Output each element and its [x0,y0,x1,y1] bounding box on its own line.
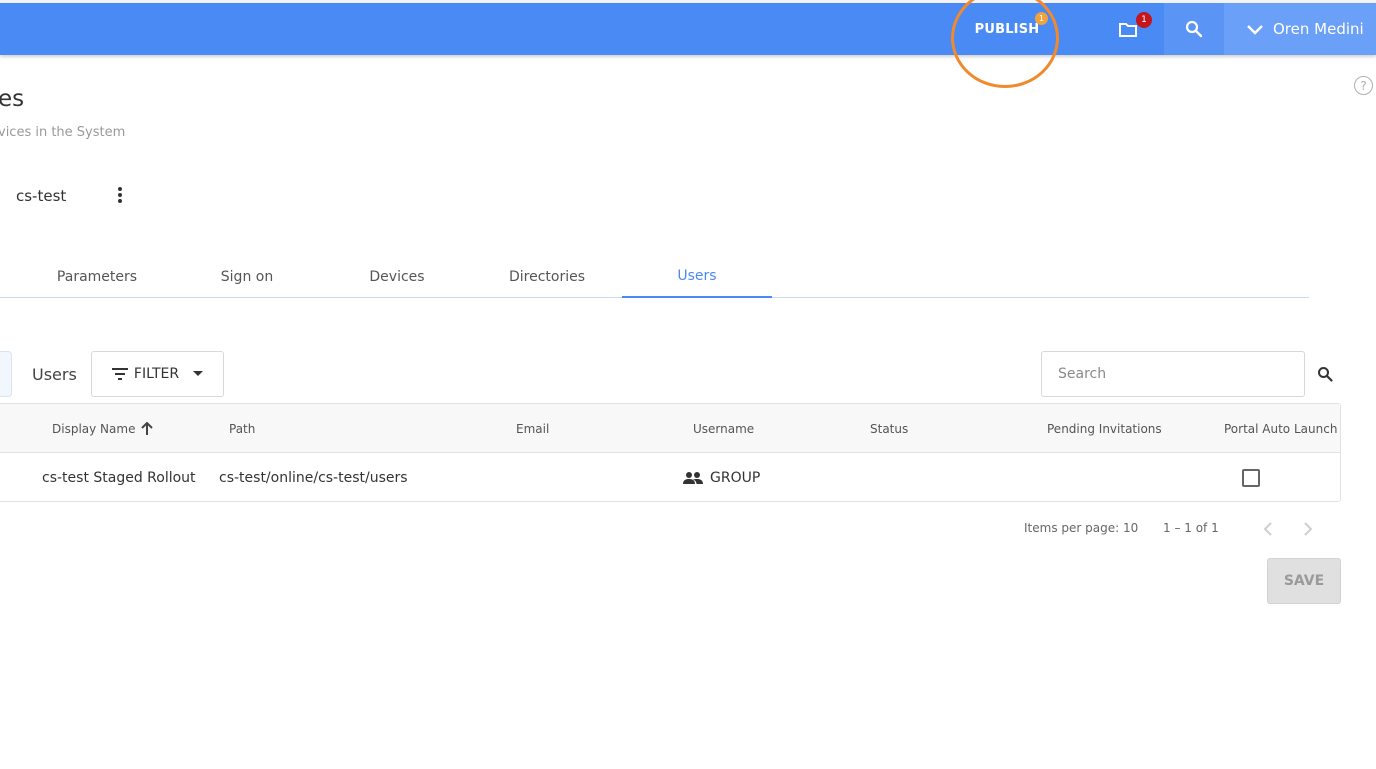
column-header-status[interactable]: Status [870,404,908,453]
users-table: Display Name Path Email Username Status … [0,403,1341,502]
tab-parameters[interactable]: Parameters [22,256,172,298]
tab-users[interactable]: Users [622,256,772,298]
page-subtitle: vices in the System [0,125,126,140]
global-search-button[interactable] [1164,3,1224,55]
column-header-path[interactable]: Path [229,404,255,453]
section-label: Users [32,365,77,384]
user-menu[interactable]: Oren Medini [1224,3,1376,55]
arrow-up-icon [141,421,154,435]
items-per-page-label: Items per page: 10 [1024,521,1139,535]
group-icon [683,471,703,484]
pagination-range: 1 – 1 of 1 [1163,521,1219,535]
chevron-right-icon [1304,522,1313,536]
cell-username: GROUP [682,453,760,502]
help-icon[interactable]: ? [1354,76,1373,95]
search-input[interactable] [1041,351,1305,397]
tab-directories[interactable]: Directories [472,256,622,298]
more-options-icon[interactable] [110,183,130,207]
entity-name: cs-test [16,187,67,205]
portal-auto-launch-checkbox[interactable] [1242,468,1260,487]
column-header-pending-invitations[interactable]: Pending Invitations [1047,404,1162,453]
folder-button[interactable] [1108,3,1148,55]
tab-sign-on[interactable]: Sign on [172,256,322,298]
column-header-display-name[interactable]: Display Name [52,404,154,453]
cell-display-name: cs-test Staged Rollout [42,469,196,486]
chevron-down-icon [1247,25,1263,35]
previous-page-button[interactable] [1258,519,1278,539]
cell-path: cs-test/online/cs-test/users [219,469,408,486]
left-toggle-stub[interactable] [0,351,12,397]
tab-bar: Parameters Sign on Devices Directories U… [0,256,1309,298]
column-header-username[interactable]: Username [693,404,754,453]
chevron-left-icon [1263,522,1272,536]
filter-icon [111,368,128,380]
username-value: GROUP [710,469,761,486]
page-title: es [0,86,25,112]
filter-button[interactable]: FILTER [91,351,224,397]
search-icon [1185,20,1203,38]
cell-portal-auto-launch [1242,453,1260,502]
tab-devices[interactable]: Devices [322,256,472,298]
column-header-email[interactable]: Email [516,404,549,453]
next-page-button[interactable] [1298,519,1318,539]
column-header-portal-auto-launch[interactable]: Portal Auto Launch [1224,404,1337,453]
top-navigation-bar: PUBLISH 1 1 Oren Medini [0,3,1376,55]
search-icon [1318,367,1333,382]
folder-icon [1119,23,1137,37]
column-label: Display Name [52,421,136,436]
search-button[interactable] [1313,362,1337,386]
publish-button[interactable]: PUBLISH [968,3,1046,55]
user-name: Oren Medini [1273,20,1364,38]
caret-down-icon [193,371,204,376]
save-button[interactable]: SAVE [1267,558,1341,604]
table-header: Display Name Path Email Username Status … [0,404,1340,453]
filter-label: FILTER [133,366,180,382]
publish-count-badge: 1 [1035,12,1048,25]
folder-count-badge: 1 [1136,12,1152,28]
